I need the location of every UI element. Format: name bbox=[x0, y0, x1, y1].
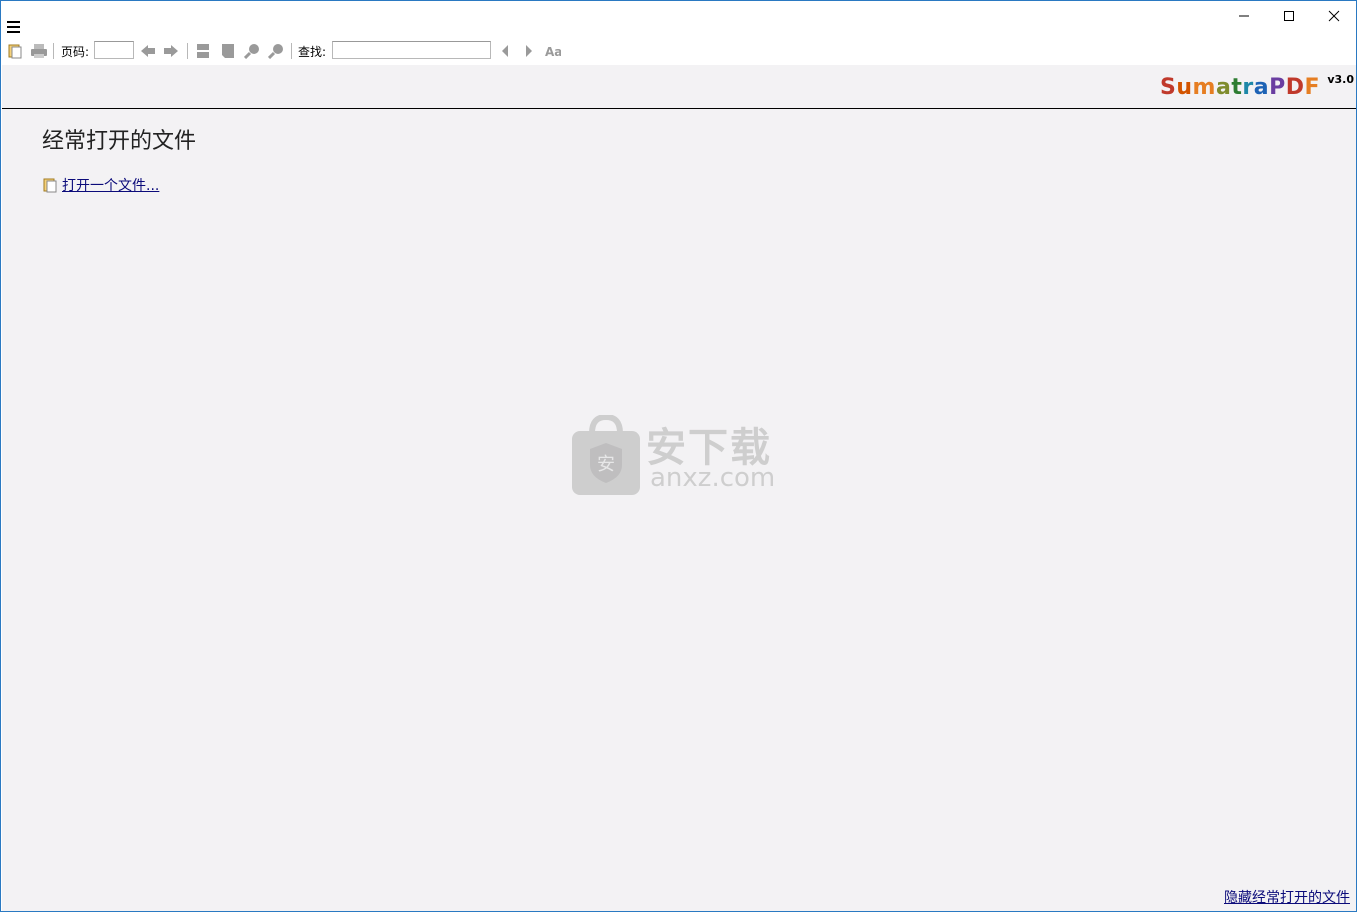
start-page: SumatraPDF v3.0 经常打开的文件 打开一个文件... 安 安下载 … bbox=[2, 65, 1356, 911]
find-label: 查找: bbox=[298, 42, 326, 60]
zoom-out-button[interactable] bbox=[244, 42, 260, 60]
toolbar-separator bbox=[53, 43, 54, 59]
logo-letter: u bbox=[1176, 75, 1193, 100]
triangle-left-icon bbox=[502, 45, 508, 57]
minimize-icon bbox=[1238, 15, 1249, 17]
previous-page-button[interactable] bbox=[140, 42, 156, 60]
logo-letter: S bbox=[1160, 75, 1177, 100]
match-case-button[interactable]: Aa bbox=[545, 42, 561, 60]
title-bar bbox=[1, 1, 1356, 37]
find-input[interactable] bbox=[332, 41, 491, 59]
zoom-in-icon bbox=[268, 44, 283, 59]
single-page-icon bbox=[222, 44, 234, 58]
logo-letter: r bbox=[1242, 75, 1254, 100]
fit-page-button[interactable] bbox=[196, 42, 210, 60]
logo-letter: t bbox=[1231, 75, 1243, 100]
zoom-out-icon bbox=[244, 44, 259, 59]
hide-frequently-read-link[interactable]: 隐藏经常打开的文件 bbox=[1224, 887, 1350, 907]
open-folder-icon bbox=[8, 44, 22, 59]
logo-letter: D bbox=[1285, 75, 1305, 100]
find-previous-button[interactable] bbox=[500, 42, 510, 60]
maximize-icon bbox=[1283, 11, 1294, 21]
logo-letter: a bbox=[1253, 75, 1270, 100]
logo-letter: m bbox=[1192, 75, 1216, 100]
fit-width-button[interactable] bbox=[221, 42, 235, 60]
toolbar-separator bbox=[291, 43, 292, 59]
arrow-right-icon bbox=[164, 45, 178, 57]
open-file-row: 打开一个文件... bbox=[42, 175, 159, 195]
close-icon bbox=[1328, 10, 1339, 22]
page-label: 页码: bbox=[61, 42, 89, 60]
match-case-icon: Aa bbox=[545, 45, 561, 58]
logo-letter: a bbox=[1215, 75, 1232, 100]
version-label: v3.0 bbox=[1327, 73, 1354, 86]
hamburger-menu-icon[interactable] bbox=[7, 21, 20, 33]
watermark-domain: anxz.com bbox=[650, 463, 776, 493]
app-window: 页码: 查找: Aa SumatraPDF v3.0 经常打开的文件 打开一个文… bbox=[0, 0, 1357, 912]
open-file-link[interactable]: 打开一个文件... bbox=[62, 175, 159, 195]
maximize-button[interactable] bbox=[1266, 1, 1311, 31]
triangle-right-icon bbox=[526, 45, 532, 57]
open-button[interactable] bbox=[7, 42, 23, 60]
open-folder-icon bbox=[43, 178, 57, 193]
arrow-left-icon bbox=[141, 45, 155, 57]
svg-text:Aa: Aa bbox=[545, 45, 561, 58]
logo-letter: P bbox=[1269, 75, 1286, 100]
zoom-in-button[interactable] bbox=[268, 42, 284, 60]
watermark-badge-text: 安 bbox=[597, 454, 615, 475]
logo-letter: F bbox=[1304, 75, 1320, 100]
fit-page-icon bbox=[197, 44, 209, 58]
sumatrapdf-logo: SumatraPDF bbox=[1160, 75, 1320, 100]
print-button[interactable] bbox=[30, 42, 48, 60]
page-label-text: 页码: bbox=[61, 44, 90, 59]
logo-bar: SumatraPDF v3.0 bbox=[2, 65, 1356, 109]
find-label-text: 查找: bbox=[298, 44, 327, 59]
toolbar-separator bbox=[187, 43, 188, 59]
close-button[interactable] bbox=[1311, 1, 1356, 31]
minimize-button[interactable] bbox=[1221, 1, 1266, 31]
next-page-button[interactable] bbox=[163, 42, 179, 60]
find-next-button[interactable] bbox=[524, 42, 534, 60]
frequently-read-heading: 经常打开的文件 bbox=[42, 129, 197, 154]
watermark: 安 安下载 anxz.com bbox=[570, 415, 790, 499]
printer-icon bbox=[31, 44, 47, 58]
page-number-input[interactable] bbox=[94, 41, 134, 59]
toolbar: 页码: 查找: Aa bbox=[1, 38, 1356, 64]
shopping-bag-shield-icon: 安 bbox=[572, 415, 640, 495]
